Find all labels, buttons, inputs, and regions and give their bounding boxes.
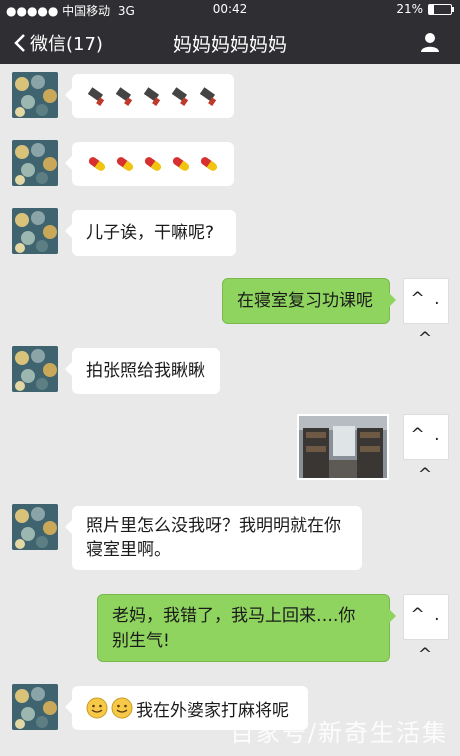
dorm-photo-message[interactable] — [297, 414, 389, 480]
message-bubble-incoming[interactable]: 拍张照给我瞅瞅 — [65, 348, 220, 394]
self-avatar[interactable]: ^ . ^ — [403, 278, 449, 349]
message-bubble-outgoing[interactable]: 老妈，我错了，我马上回来….你 别生气! — [97, 594, 396, 662]
contact-avatar[interactable] — [12, 72, 58, 118]
nav-bar: 微信(17) 妈妈妈妈妈妈 — [0, 20, 460, 64]
razor-icon — [87, 87, 105, 106]
pill-icon — [200, 157, 218, 171]
razor-icon — [199, 87, 217, 106]
battery-status: 21% — [396, 2, 454, 16]
dorm-photo-image — [299, 416, 387, 478]
contact-avatar[interactable] — [12, 684, 58, 730]
self-avatar[interactable]: ^ . ^ — [403, 414, 449, 485]
message-text-line: 老妈，我错了，我马上回来….你 — [112, 606, 356, 626]
pill-icon — [116, 157, 134, 171]
self-avatar[interactable]: ^ . ^ — [403, 594, 449, 665]
clock: 00:42 — [212, 2, 248, 16]
razor-icon — [171, 87, 189, 106]
watermark: 百家号/新奇生活集 — [229, 719, 448, 747]
message-bubble-incoming[interactable]: 照片里怎么没我呀？我明明就在你 寝室里啊。 — [65, 506, 362, 570]
message-text-line: 寝室里啊。 — [86, 540, 171, 560]
message-bubble-outgoing[interactable]: 在寝室复习功课呢 — [222, 278, 396, 324]
razor-icon — [143, 87, 161, 106]
contact-info-icon[interactable] — [418, 30, 442, 54]
razor-icon — [115, 87, 133, 106]
chat-area[interactable]: 儿子诶，干嘛呢? 在寝室复习功课呢 ^ . ^ 拍张照给我瞅瞅 ^ . ^ 照片… — [0, 64, 460, 756]
pill-emoji-row — [86, 142, 220, 186]
smile-emoji-icon — [86, 697, 108, 719]
smile-emoji-icon — [111, 697, 133, 719]
pill-icon — [144, 157, 162, 171]
pill-icon — [88, 157, 106, 171]
message-bubble-incoming[interactable] — [65, 74, 234, 118]
chat-title: 妈妈妈妈妈妈 — [172, 34, 287, 56]
pill-icon — [172, 157, 190, 171]
contact-avatar[interactable] — [12, 208, 58, 254]
razor-emoji-row — [86, 74, 220, 118]
message-text-line: 照片里怎么没我呀？我明明就在你 — [86, 516, 341, 536]
battery-percent: 21% — [396, 2, 423, 16]
contact-avatar[interactable] — [12, 504, 58, 550]
message-text-line: 别生气! — [112, 631, 170, 651]
status-bar: ●●●●● 中国移动 3G 00:42 21% — [0, 0, 460, 20]
contact-avatar[interactable] — [12, 346, 58, 392]
message-bubble-incoming[interactable] — [65, 142, 234, 186]
message-bubble-incoming[interactable]: 儿子诶，干嘛呢? — [65, 210, 236, 256]
battery-icon — [428, 3, 454, 15]
contact-avatar[interactable] — [12, 140, 58, 186]
